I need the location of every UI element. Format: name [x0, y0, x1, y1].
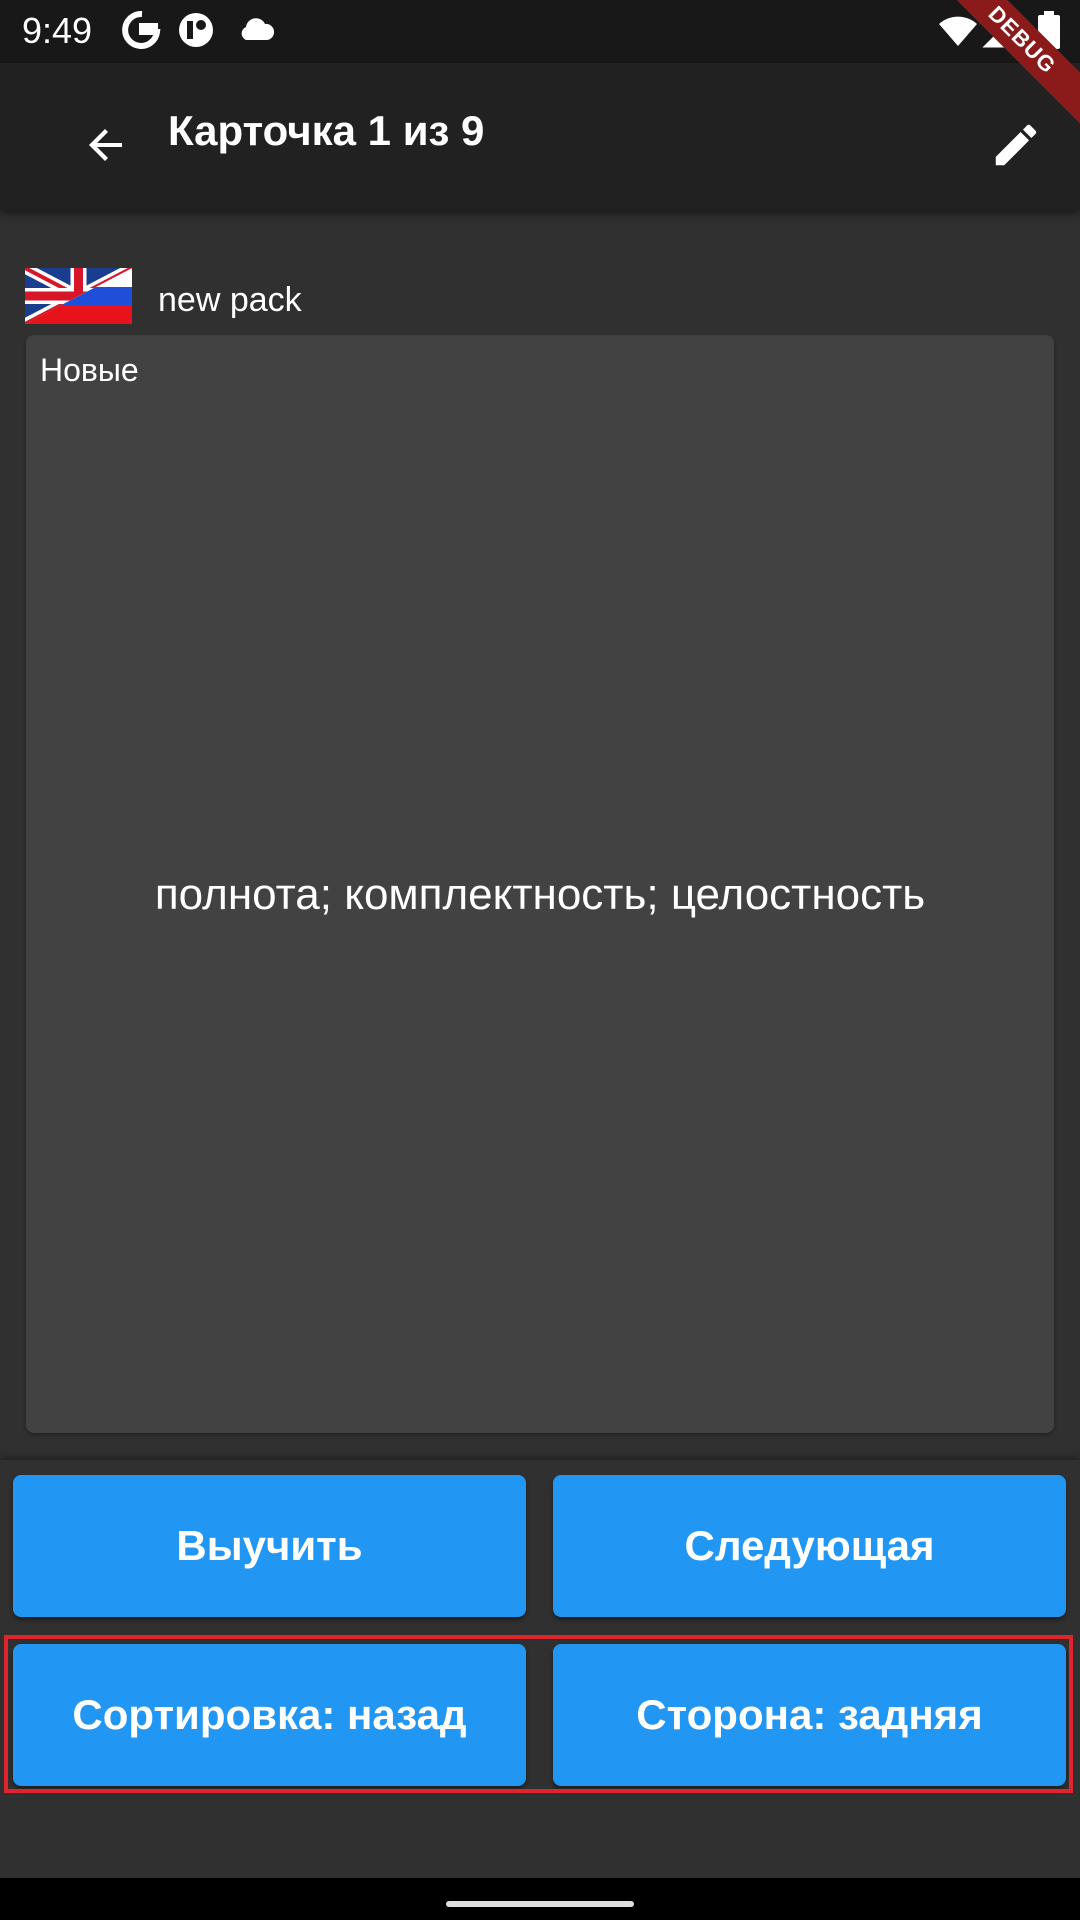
page-title: Карточка 1 из 9 — [168, 107, 485, 154]
card-status-label: Новые — [40, 352, 139, 388]
screen: 9:49 Карточка 1 из 9 DEBUG new pack Новы… — [0, 0, 1080, 1920]
arrow-back-icon — [89, 129, 122, 161]
edit-pencil-icon — [995, 124, 1037, 166]
back-button[interactable] — [66, 105, 146, 185]
uk-russia-flag-icon — [25, 268, 132, 324]
edit-button[interactable] — [976, 105, 1056, 185]
app-bar: Карточка 1 из 9 — [0, 63, 1080, 210]
home-gesture-handle[interactable] — [446, 1901, 634, 1907]
learn-button[interactable]: Выучить — [13, 1475, 526, 1617]
status-time: 9:49 — [22, 10, 93, 51]
sort-order-button[interactable]: Сортировка: назад — [13, 1644, 526, 1786]
google-icon — [122, 10, 161, 49]
next-button[interactable]: Следующая — [553, 1475, 1066, 1617]
flashcard[interactable]: Новые полнота; комплектность; целостност… — [26, 335, 1054, 1433]
status-bar: 9:49 — [0, 0, 1080, 63]
card-side-button[interactable]: Сторона: задняя — [553, 1644, 1066, 1786]
cloud-icon — [241, 18, 275, 40]
card-text: полнота; комплектность; целостность — [154, 870, 926, 919]
wifi-icon — [939, 16, 977, 46]
nav-bar — [0, 1878, 1080, 1920]
app-notification-icon — [179, 13, 213, 47]
pack-name: new pack — [158, 281, 302, 319]
